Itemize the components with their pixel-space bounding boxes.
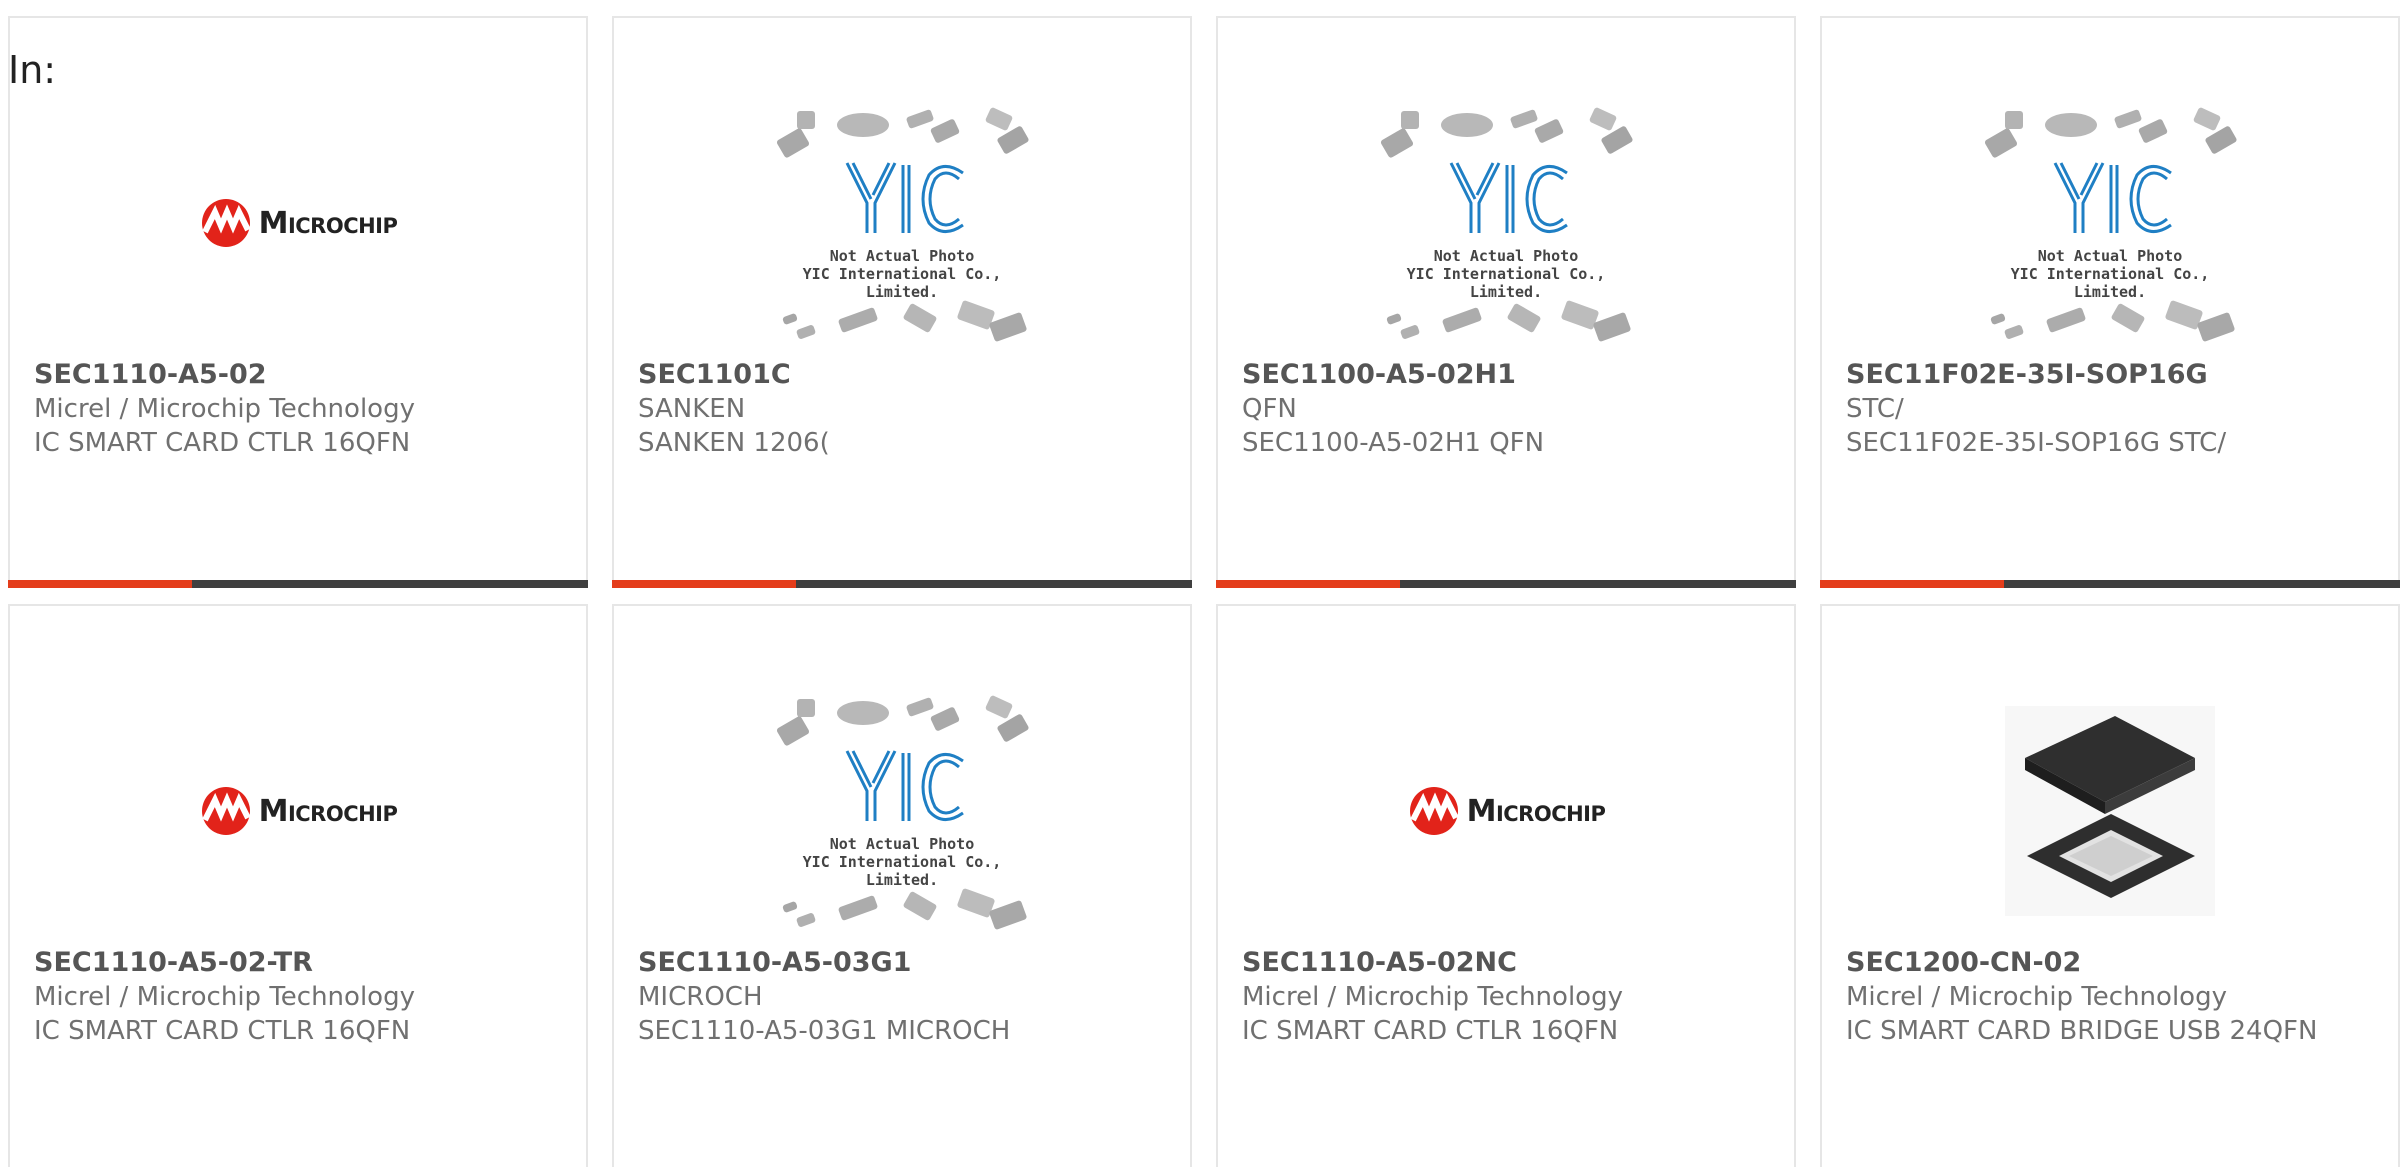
manufacturer: Micrel / Microchip Technology bbox=[34, 982, 415, 1012]
card-bar bbox=[1216, 580, 1796, 588]
product-card[interactable]: SEC1200-CN-02 Micrel / Microchip Technol… bbox=[1820, 604, 2400, 1167]
chip-placeholder-icon bbox=[1380, 107, 1633, 342]
microchip-logo-text: Microchip bbox=[258, 205, 398, 241]
product-card[interactable]: Not Actual Photo YIC International Co., L… bbox=[612, 16, 1192, 588]
yic-placeholder-image: Not Actual Photo YIC International Co., L… bbox=[1975, 103, 2245, 343]
description: IC SMART CARD BRIDGE USB 24QFN bbox=[1846, 1016, 2318, 1046]
product-image: Not Actual Photo YIC International Co., L… bbox=[1822, 78, 2398, 368]
card-bar bbox=[612, 580, 1192, 588]
product-card[interactable]: Not Actual Photo YIC International Co., L… bbox=[612, 604, 1192, 1167]
placeholder-caption: Not Actual Photo YIC International Co., L… bbox=[802, 247, 1002, 301]
manufacturer: STC/ bbox=[1846, 394, 1904, 424]
microchip-logo-icon bbox=[201, 199, 251, 247]
microchip-logo-text: Microchip bbox=[258, 793, 398, 829]
part-number[interactable]: SEC1100-A5-02H1 bbox=[1242, 358, 1770, 392]
manufacturer: SANKEN bbox=[638, 394, 746, 424]
manufacturer: QFN bbox=[1242, 394, 1297, 424]
part-number[interactable]: SEC1101C bbox=[638, 358, 1166, 392]
card-bar bbox=[8, 580, 588, 588]
description: SEC11F02E-35I-SOP16G STC/ bbox=[1846, 428, 2227, 458]
microchip-logo-icon bbox=[1409, 787, 1459, 835]
yic-placeholder-image: Not Actual Photo YIC International Co., L… bbox=[1371, 103, 1641, 343]
microchip-logo: Microchip bbox=[199, 786, 398, 836]
description: IC SMART CARD CTLR 16QFN bbox=[34, 428, 411, 458]
product-card[interactable]: Microchip SEC1110-A5-02 Micrel / Microch… bbox=[8, 16, 588, 588]
description: IC SMART CARD CTLR 16QFN bbox=[1242, 1016, 1619, 1046]
product-image: Not Actual Photo YIC International Co., L… bbox=[614, 78, 1190, 368]
description: SEC1110-A5-03G1 MICROCH bbox=[638, 1016, 1011, 1046]
microchip-logo: Microchip bbox=[199, 198, 398, 248]
product-image: Not Actual Photo YIC International Co., L… bbox=[1218, 78, 1794, 368]
chip-placeholder-icon bbox=[776, 107, 1029, 342]
search-prefix-label: In: bbox=[8, 48, 57, 92]
manufacturer: Micrel / Microchip Technology bbox=[34, 394, 415, 424]
microchip-logo-text: Microchip bbox=[1466, 793, 1606, 829]
placeholder-caption: Not Actual Photo YIC International Co., L… bbox=[2010, 247, 2210, 301]
part-number[interactable]: SEC1110-A5-02 bbox=[34, 358, 562, 392]
product-card[interactable]: Not Actual Photo YIC International Co., L… bbox=[1820, 16, 2400, 588]
qfn-chip-photo bbox=[2005, 706, 2215, 916]
product-image: Not Actual Photo YIC International Co., L… bbox=[614, 666, 1190, 956]
page: In: Microchip SEC1110-A5-02 Micrel / Mic… bbox=[0, 0, 2400, 1167]
description: IC SMART CARD CTLR 16QFN bbox=[34, 1016, 411, 1046]
product-image: Microchip bbox=[1218, 666, 1794, 956]
card-bar bbox=[1820, 580, 2400, 588]
manufacturer: MICROCH bbox=[638, 982, 763, 1012]
product-grid: Microchip SEC1110-A5-02 Micrel / Microch… bbox=[8, 16, 2400, 1167]
chip-placeholder-icon bbox=[776, 695, 1029, 930]
description: SANKEN 1206( bbox=[638, 428, 830, 458]
product-card[interactable]: Not Actual Photo YIC International Co., L… bbox=[1216, 16, 1796, 588]
part-number[interactable]: SEC1110-A5-03G1 bbox=[638, 946, 1166, 980]
yic-placeholder-image: Not Actual Photo YIC International Co., L… bbox=[767, 691, 1037, 931]
part-number[interactable]: SEC1110-A5-02-TR bbox=[34, 946, 562, 980]
yic-placeholder-image: Not Actual Photo YIC International Co., L… bbox=[767, 103, 1037, 343]
microchip-logo-icon bbox=[201, 787, 251, 835]
product-image: Microchip bbox=[10, 78, 586, 368]
microchip-logo: Microchip bbox=[1407, 786, 1606, 836]
product-image: Microchip bbox=[10, 666, 586, 956]
product-image bbox=[1822, 666, 2398, 956]
product-card[interactable]: Microchip SEC1110-A5-02-TR Micrel / Micr… bbox=[8, 604, 588, 1167]
placeholder-caption: Not Actual Photo YIC International Co., L… bbox=[802, 835, 1002, 889]
product-card[interactable]: Microchip SEC1110-A5-02NC Micrel / Micro… bbox=[1216, 604, 1796, 1167]
part-number[interactable]: SEC11F02E-35I-SOP16G bbox=[1846, 358, 2374, 392]
part-number[interactable]: SEC1200-CN-02 bbox=[1846, 946, 2374, 980]
chip-placeholder-icon bbox=[1984, 107, 2237, 342]
manufacturer: Micrel / Microchip Technology bbox=[1846, 982, 2227, 1012]
part-number[interactable]: SEC1110-A5-02NC bbox=[1242, 946, 1770, 980]
placeholder-caption: Not Actual Photo YIC International Co., L… bbox=[1406, 247, 1606, 301]
description: SEC1100-A5-02H1 QFN bbox=[1242, 428, 1545, 458]
manufacturer: Micrel / Microchip Technology bbox=[1242, 982, 1623, 1012]
